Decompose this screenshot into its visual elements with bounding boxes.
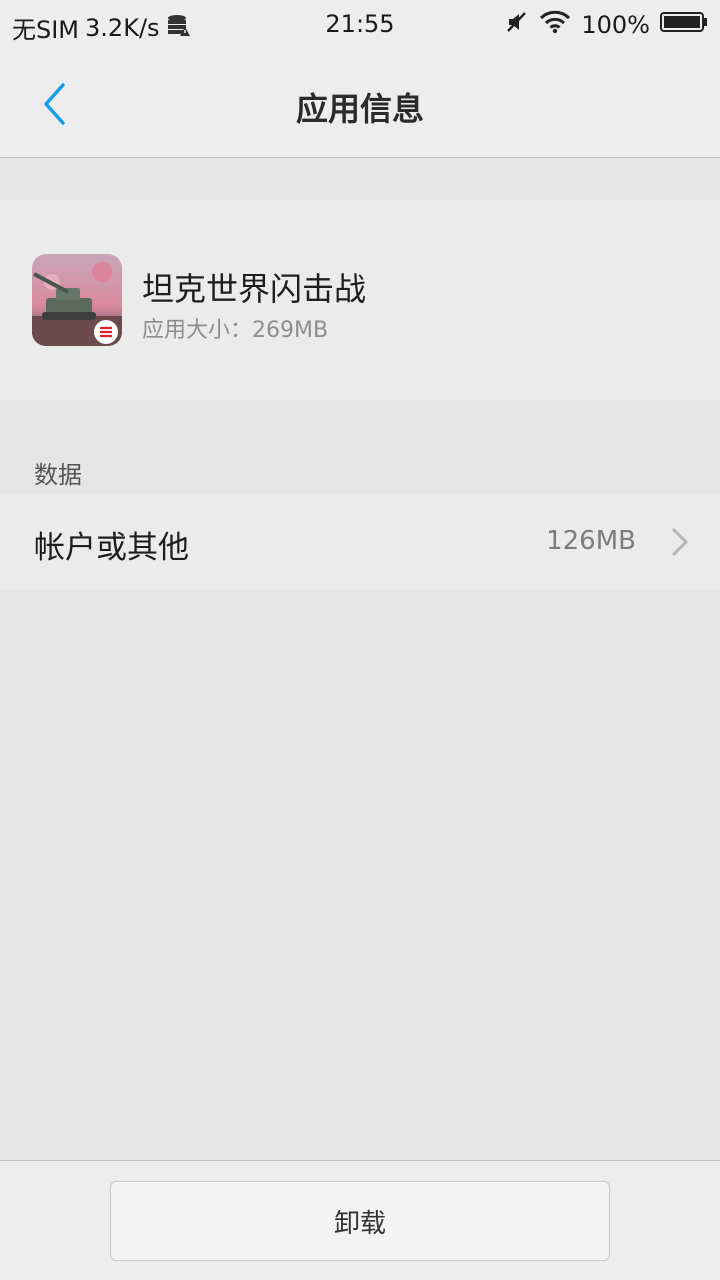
title-bar: 应用信息 — [0, 50, 720, 158]
app-name: 坦克世界闪击战 — [142, 270, 367, 308]
app-info-card: 坦克世界闪击战 应用大小：269MB — [0, 200, 720, 400]
status-bar: 无SIM 3.2K/s 21:55 100% — [0, 0, 720, 50]
battery-percent: 100% — [581, 11, 650, 39]
spacer — [0, 158, 720, 200]
status-right: 100% — [505, 10, 708, 40]
chevron-right-icon — [672, 528, 688, 556]
app-icon — [32, 254, 122, 346]
uninstall-button[interactable]: 卸载 — [110, 1181, 610, 1261]
page-title: 应用信息 — [295, 90, 424, 128]
mute-icon — [505, 10, 529, 40]
bottom-bar: 卸载 — [0, 1160, 720, 1280]
row-value: 126MB — [546, 526, 636, 556]
app-size: 应用大小：269MB — [142, 318, 329, 343]
row-label: 帐户或其他 — [34, 530, 189, 566]
wifi-icon — [539, 10, 571, 40]
list-item-account-other[interactable]: 帐户或其他 126MB — [0, 494, 720, 590]
battery-icon — [660, 11, 708, 39]
section-label-data: 数据 — [34, 461, 82, 489]
